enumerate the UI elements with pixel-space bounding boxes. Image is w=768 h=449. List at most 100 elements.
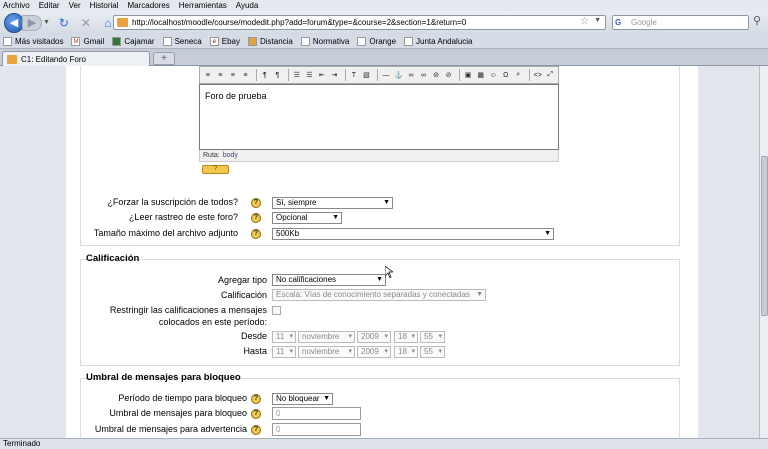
blocking-period-select[interactable]: No bloquear ▼ [272, 393, 333, 405]
align-right-icon[interactable]: ≡ [228, 70, 238, 80]
image-icon[interactable]: ▣ [463, 70, 473, 80]
from-day-select[interactable]: 11 ▾ [272, 331, 296, 343]
url-dropdown-icon[interactable]: ▼ [594, 17, 601, 24]
page-icon [162, 36, 172, 46]
justify-icon[interactable]: ≡ [241, 70, 251, 80]
search-replace-icon[interactable]: ⌕ [513, 70, 523, 80]
from-minute-select[interactable]: 55 ▾ [420, 331, 445, 343]
bookmark-gmail[interactable]: M Gmail [71, 36, 104, 46]
page-scrollbar[interactable] [759, 66, 768, 438]
menu-editar[interactable]: Editar [39, 1, 60, 10]
table-icon[interactable]: ▦ [476, 70, 486, 80]
bookmark-distancia[interactable]: Distancia [247, 36, 293, 46]
nolink-icon[interactable]: ⊘ [431, 70, 441, 80]
force-subscription-select[interactable]: Sí, siempre ▼ [272, 197, 393, 209]
menu-archivo[interactable]: Archivo [3, 1, 30, 10]
scrollbar-thumb[interactable] [761, 156, 768, 316]
toolbar-divider [345, 69, 347, 81]
forward-button[interactable]: ▶ [22, 14, 42, 31]
bookmark-label: Ebay [221, 36, 240, 46]
bookmark-label: Cajamar [124, 36, 155, 46]
restrict-ratings-checkbox[interactable] [272, 306, 281, 315]
to-month-select[interactable]: noviembre ▾ [298, 346, 355, 358]
unlink-icon[interactable]: ∞ [419, 70, 429, 80]
page-icon [300, 36, 310, 46]
from-year-select[interactable]: 2009 ▾ [357, 331, 391, 343]
bookmark-star-icon[interactable]: ☆ [580, 16, 589, 27]
horizontal-rule-icon[interactable]: — [381, 70, 391, 80]
ltr-icon[interactable]: ¶ [260, 70, 270, 80]
help-icon[interactable]: ? [251, 425, 261, 435]
reload-button[interactable]: ↻ [56, 15, 72, 31]
search-input[interactable]: G Google [612, 15, 749, 30]
back-button[interactable]: ◀ [4, 12, 24, 33]
dropdown-arrow-icon: ▾ [411, 348, 415, 355]
rtl-icon[interactable]: ¶ [273, 70, 283, 80]
to-hour-select[interactable]: 18 ▾ [394, 346, 418, 358]
warn-threshold-input[interactable]: 0 [272, 423, 361, 436]
from-hour-select[interactable]: 18 ▾ [394, 331, 418, 343]
status-text: Terminado [3, 439, 41, 448]
from-month-select[interactable]: noviembre ▾ [298, 331, 355, 343]
to-day-select[interactable]: 11 ▾ [272, 346, 296, 358]
to-year-select[interactable]: 2009 ▾ [357, 346, 391, 358]
warn-threshold-label: Umbral de mensajes para advertencia [94, 424, 247, 434]
editor-help-button[interactable]: ? [202, 165, 229, 174]
bookmark-normativa[interactable]: Normativa [300, 36, 350, 46]
html-source-icon[interactable]: <> [533, 70, 543, 80]
help-icon[interactable]: ? [251, 409, 261, 419]
read-tracking-select[interactable]: Opcional ▼ [272, 212, 342, 224]
help-icon[interactable]: ? [251, 229, 261, 239]
ordered-list-icon[interactable]: ☰ [292, 70, 302, 80]
dropdown-arrow-icon: ▼ [383, 199, 390, 206]
tab-bar: C1: Editando Foro + [0, 49, 768, 66]
menu-ver[interactable]: Ver [69, 1, 81, 10]
indent-icon[interactable]: ⇥ [330, 70, 340, 80]
align-left-icon[interactable]: ≡ [203, 70, 213, 80]
nolink2-icon[interactable]: ⊘ [444, 70, 454, 80]
fullscreen-icon[interactable]: ⤢ [545, 70, 555, 80]
anchor-icon[interactable]: ⚓ [394, 70, 404, 80]
block-threshold-input[interactable]: 0 [272, 407, 361, 420]
block-threshold-label: Umbral de mensajes para bloqueo [109, 408, 247, 418]
bookmark-orange[interactable]: Orange [357, 36, 396, 46]
url-bar[interactable]: http://localhost/moodle/course/modedit.p… [113, 15, 606, 30]
unordered-list-icon[interactable]: ☰ [305, 70, 315, 80]
bg-color-icon[interactable]: ▧ [362, 70, 372, 80]
message-editor[interactable]: Foro de prueba [199, 84, 559, 150]
help-icon[interactable]: ? [251, 198, 261, 208]
link-icon[interactable]: ∞ [406, 70, 416, 80]
bookmark-junta-andalucia[interactable]: Junta Andalucia [404, 36, 473, 46]
history-dropdown-icon[interactable]: ▼ [43, 19, 50, 26]
help-icon[interactable]: ? [251, 394, 261, 404]
bookmark-cajamar[interactable]: Cajamar [112, 36, 155, 46]
bookmark-ebay[interactable]: e Ebay [209, 36, 240, 46]
grade-scale-select[interactable]: Escala: Vías de conocimiento separadas y… [272, 289, 486, 301]
text-color-icon[interactable]: T [349, 70, 359, 80]
path-body-link[interactable]: body [223, 152, 238, 159]
special-char-icon[interactable]: Ω [501, 70, 511, 80]
max-attachment-size-select[interactable]: 500Kb ▼ [272, 228, 554, 240]
grade-type-select[interactable]: No calificaciones ▼ [272, 274, 386, 286]
help-icon[interactable]: ? [251, 213, 261, 223]
bookmark-label: Normativa [312, 36, 350, 46]
menu-herramientas[interactable]: Herramientas [179, 1, 227, 10]
to-minute-select[interactable]: 55 ▾ [420, 346, 445, 358]
menu-historial[interactable]: Historial [90, 1, 119, 10]
to-year-value: 2009 [361, 347, 379, 356]
new-tab-button[interactable]: + [153, 52, 175, 65]
bookmark-mas-visitados[interactable]: Más visitados [3, 36, 63, 46]
dropdown-arrow-icon: ▼ [544, 230, 551, 237]
arrow-left-icon: ◀ [9, 17, 19, 29]
smiley-icon[interactable]: ☺ [488, 70, 498, 80]
grade-type-label: Agregar tipo [217, 275, 267, 285]
tab-editando-foro[interactable]: C1: Editando Foro [2, 51, 150, 66]
align-center-icon[interactable]: ≡ [216, 70, 226, 80]
outdent-icon[interactable]: ⇤ [317, 70, 327, 80]
bookmark-seneca[interactable]: Seneca [162, 36, 202, 46]
page-icon [357, 36, 367, 46]
stop-button[interactable]: ✕ [78, 15, 94, 31]
menu-marcadores[interactable]: Marcadores [128, 1, 170, 10]
search-icon[interactable]: ⚲ [753, 14, 761, 27]
menu-ayuda[interactable]: Ayuda [236, 1, 259, 10]
